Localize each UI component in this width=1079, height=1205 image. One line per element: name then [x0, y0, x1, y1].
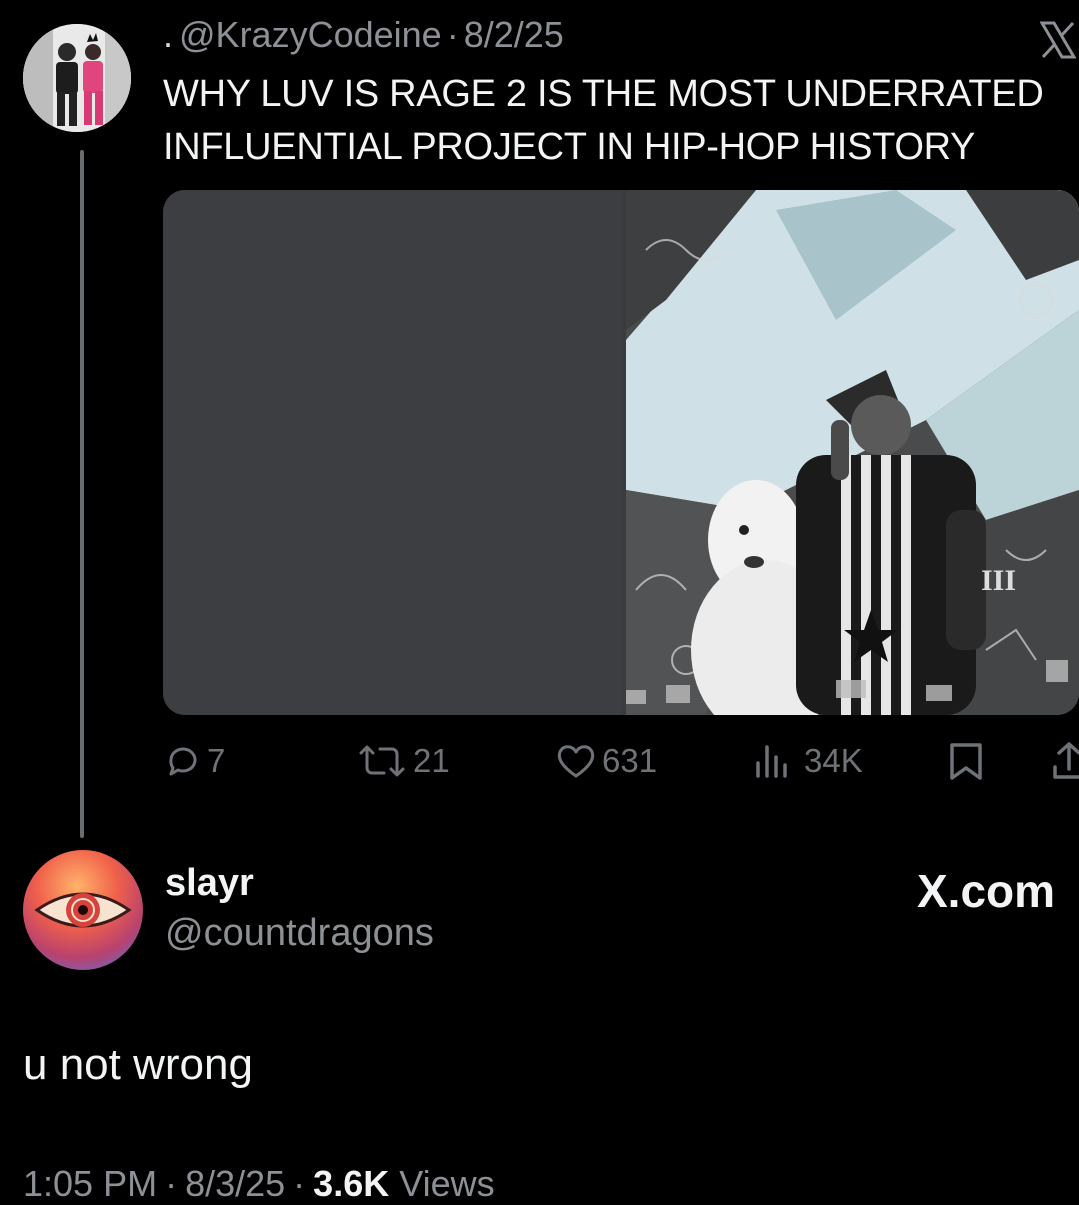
reply-metadata: 1:05 PM · 8/3/25 · 3.6K Views — [23, 1163, 495, 1205]
bookmark-button[interactable] — [946, 738, 986, 784]
bookmark-icon — [950, 743, 982, 780]
repost-count: 21 — [413, 742, 450, 779]
like-count: 631 — [602, 742, 658, 779]
quoted-tweet-text: WHY LUV IS RAGE 2 IS THE MOST UNDERRATED… — [163, 73, 1044, 168]
reply-views-label[interactable]: Views — [399, 1163, 494, 1204]
share-icon — [1053, 742, 1079, 779]
x-com-watermark: X.com — [917, 865, 1056, 917]
views-count: 34K — [804, 742, 863, 779]
reply-handle[interactable]: @countdragons — [165, 912, 434, 955]
quoted-handle[interactable]: @KrazyCodeine — [179, 14, 442, 55]
heart-icon — [557, 745, 595, 778]
svg-text:III: III — [981, 564, 1016, 597]
quoted-author-avatar[interactable] — [23, 24, 131, 132]
repost-action[interactable]: 21 — [357, 738, 450, 784]
reply-date[interactable]: 8/3/25 — [185, 1163, 285, 1204]
meta-separator-1: · — [165, 1163, 178, 1204]
share-button[interactable] — [1053, 738, 1079, 784]
reply-action[interactable]: 7 — [165, 738, 225, 784]
reply-count: 7 — [207, 742, 226, 779]
views-chart-icon — [756, 745, 787, 778]
views-action[interactable]: 34K — [754, 738, 863, 784]
reply-views-count: 3.6K — [313, 1163, 390, 1204]
album-cover-image[interactable]: III — [626, 190, 1079, 715]
meta-separator-2: · — [293, 1163, 306, 1204]
thread-connector-line — [80, 150, 84, 838]
header-separator: · — [446, 14, 459, 55]
quoted-tweet-header: . @KrazyCodeine · 8/2/25 — [163, 14, 564, 56]
x-close-icon[interactable] — [1039, 16, 1077, 70]
reply-author-avatar[interactable] — [23, 850, 143, 970]
leading-dot: . — [163, 14, 174, 55]
repost-icon — [359, 745, 405, 777]
reply-display-name[interactable]: slayr — [165, 862, 254, 905]
reply-icon — [169, 747, 197, 776]
reply-time[interactable]: 1:05 PM — [23, 1163, 157, 1204]
media-placeholder[interactable] — [163, 190, 622, 715]
like-action[interactable]: 631 — [556, 738, 657, 784]
quoted-tweet-media[interactable]: III — [163, 190, 1079, 715]
reply-text: u not wrong — [23, 1040, 253, 1089]
quoted-date[interactable]: 8/2/25 — [464, 14, 564, 55]
